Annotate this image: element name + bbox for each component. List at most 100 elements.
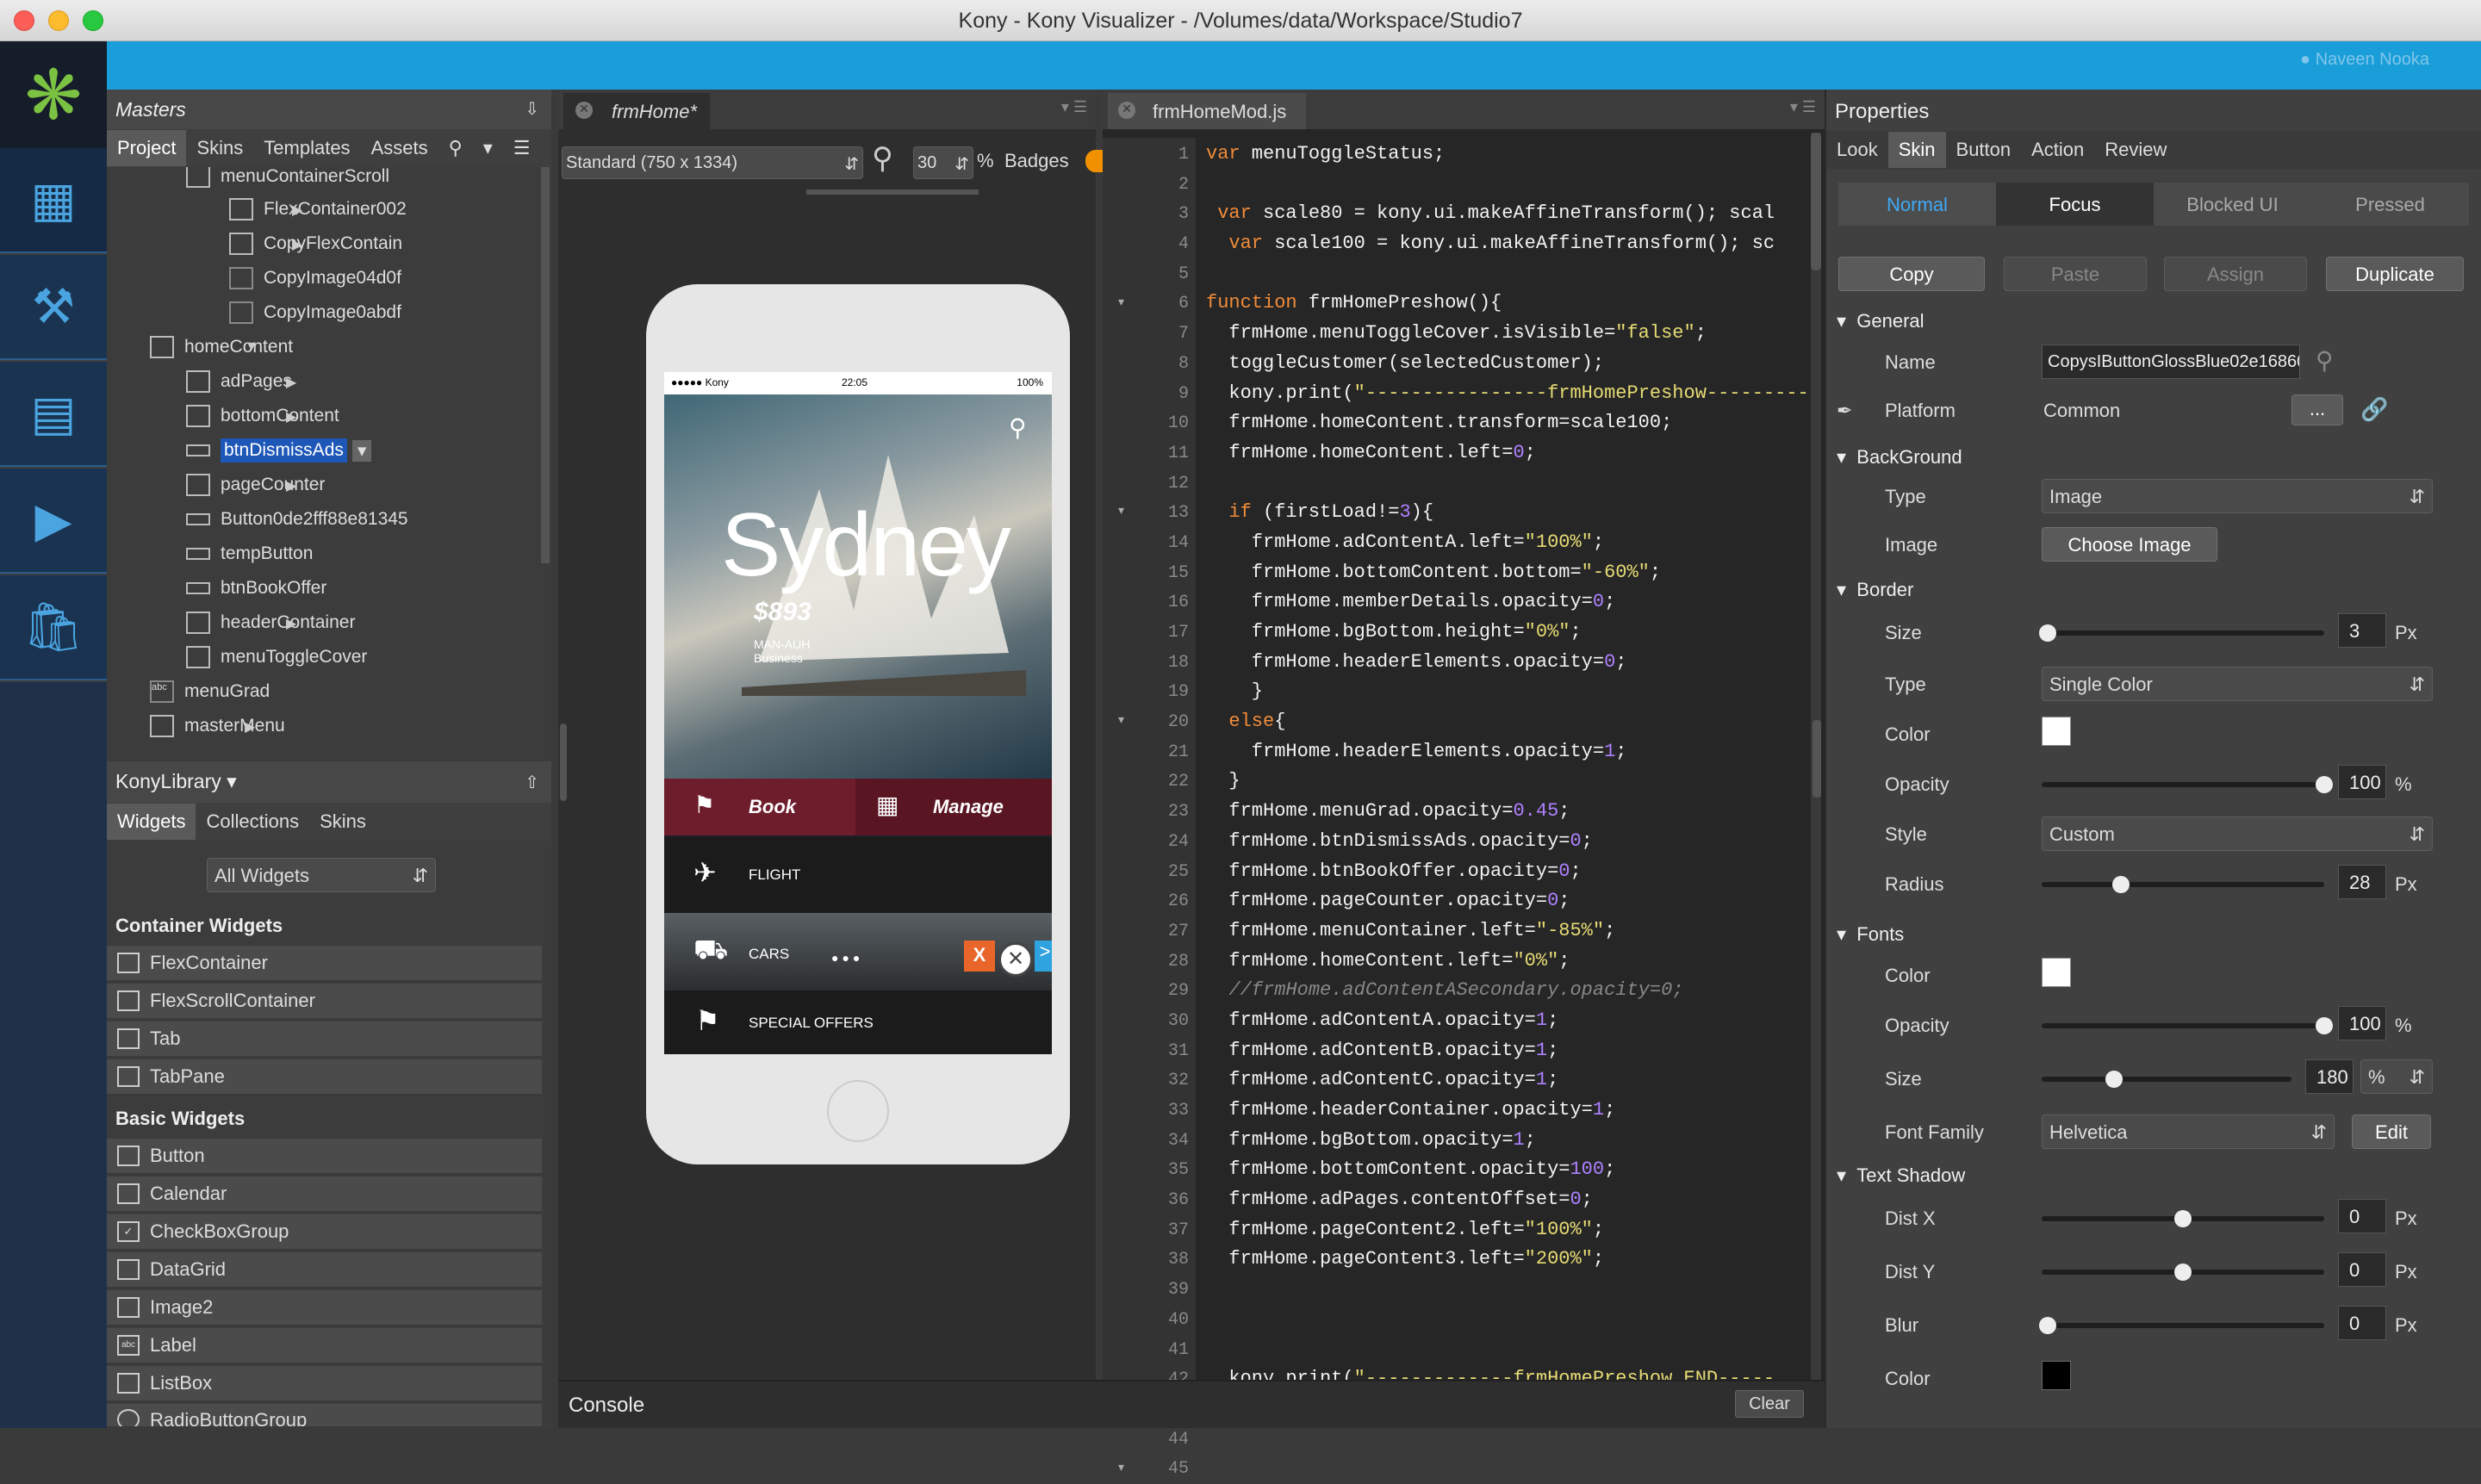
expand-arrow-icon[interactable]: ▶ [292,236,302,253]
state-focus[interactable]: Focus [1996,183,2154,226]
fold-arrow-icon[interactable]: ▾ [1118,712,1124,727]
code-line[interactable]: function frmHomePreshow(){ [1206,289,1809,319]
library-title[interactable]: KonyLibrary ▾ [107,761,551,803]
duplicate-skin-button[interactable]: Duplicate [2326,257,2464,291]
code-line[interactable]: frmHome.menuGrad.opacity=0.45; [1206,797,1809,827]
code-line[interactable]: var scale100 = kony.ui.makeAffineTransfo… [1206,229,1809,259]
widget-item[interactable]: Image2 [107,1290,542,1326]
tree-item[interactable]: btnBookOffer [186,572,326,605]
code-line[interactable]: frmHome.adContentA.left="100%"; [1206,528,1809,558]
tab-assets[interactable]: Assets [361,130,438,166]
editor-splitter[interactable] [1813,720,1821,798]
code-line[interactable]: } [1206,677,1809,707]
code-line[interactable]: frmHome.headerContainer.opacity=1; [1206,1096,1809,1126]
phone-search-icon[interactable]: ⚲ [1009,413,1027,442]
choose-image-button[interactable]: Choose Image [2042,527,2217,562]
font-opacity-field[interactable]: 100 [2338,1006,2386,1040]
link-icon[interactable]: 🔗 [2360,396,2388,423]
tree-item[interactable]: homeContent [150,331,293,363]
widget-item[interactable]: ✓ CheckBoxGroup [107,1214,542,1251]
code-line[interactable] [1206,1275,1809,1305]
tree-item[interactable]: pageCounter [186,469,325,501]
code-line[interactable]: frmHome.bgBottom.opacity=1; [1206,1126,1809,1156]
code-line[interactable]: kony.print("----------------frmHomePresh… [1206,379,1809,409]
widget-item[interactable]: FlexScrollContainer [107,984,542,1020]
code-line[interactable]: frmHome.headerElements.opacity=1; [1206,737,1809,767]
border-radius-field[interactable]: 28 [2338,865,2386,899]
tree-item[interactable]: CopyImage04d0f [229,262,401,295]
tab-project[interactable]: Project [107,130,187,166]
zoom-icon[interactable]: ⚲ [872,141,893,176]
distx-slider[interactable] [2042,1210,2324,1227]
code-line[interactable]: //frmHome.adContentASecondary.opacity=0; [1206,976,1809,1006]
code-line[interactable]: frmHome.homeContent.left=0; [1206,438,1809,469]
border-section[interactable]: ▾ Border [1837,579,1913,601]
expand-arrow-icon[interactable]: ▶ [292,202,302,219]
paste-skin-button[interactable]: Paste [2004,257,2147,291]
font-opacity-slider[interactable] [2042,1017,2333,1034]
code-line[interactable] [1206,1335,1809,1365]
tree-item[interactable]: menuContainerScroll [186,167,389,193]
code-line[interactable]: frmHome.homeContent.transform=scale100; [1206,408,1809,438]
code-line[interactable]: frmHome.bottomContent.opacity=100; [1206,1155,1809,1185]
tree-item[interactable]: FlexContainer002 [229,193,407,226]
canvas-hscroll[interactable] [806,189,979,195]
disty-slider[interactable] [2042,1264,2324,1281]
widget-item[interactable]: Calendar [107,1177,542,1213]
tab-menu-icon[interactable]: ▾ ☰ [1061,98,1087,116]
code-line[interactable]: else{ [1206,707,1809,737]
state-pressed[interactable]: Pressed [2311,183,2469,226]
widget-filter-select[interactable]: All Widgets ⇵ [207,858,436,892]
widget-item[interactable]: FlexContainer [107,946,542,982]
widget-item[interactable]: Tab [107,1021,542,1058]
code-line[interactable]: frmHome.bottomContent.bottom="-60%"; [1206,558,1809,588]
expand-icon[interactable]: ⇧ [525,772,539,793]
widget-item[interactable]: TabPane [107,1059,542,1096]
tab-templates[interactable]: Templates [253,130,360,166]
expand-arrow-icon[interactable]: ▶ [286,615,296,632]
zoom-select[interactable]: 30 ⇵ [913,146,973,179]
tree-item[interactable]: menuToggleCover [186,641,367,674]
code-line[interactable]: } [1206,767,1809,797]
widget-item[interactable]: DataGrid [107,1252,542,1288]
expand-arrow-icon[interactable]: ▶ [286,408,296,425]
expand-arrow-icon[interactable]: ▶ [286,477,296,494]
code-line[interactable]: frmHome.adPages.contentOffset=0; [1206,1185,1809,1215]
font-size-slider[interactable] [2042,1071,2291,1088]
code-text[interactable]: var menuToggleStatus; var scale80 = kony… [1206,140,1809,1380]
close-circle-icon[interactable]: ✕ [998,942,1033,977]
code-line[interactable]: var scale80 = kony.ui.makeAffineTransfor… [1206,199,1809,229]
code-line[interactable]: frmHome.headerElements.opacity=0; [1206,648,1809,678]
widget-item[interactable]: ListBox [107,1366,542,1402]
font-edit-button[interactable]: Edit [2352,1115,2431,1149]
border-radius-slider[interactable] [2042,876,2324,893]
tab-frmhomemod[interactable]: frmHomeMod.js [1108,93,1306,129]
text-shadow-section[interactable]: ▾ Text Shadow [1837,1164,1965,1187]
blur-slider[interactable] [2038,1317,2324,1334]
tab-widgets[interactable]: Widgets [107,804,196,840]
code-line[interactable] [1206,1305,1809,1335]
tree-item[interactable]: adPages [186,365,292,398]
tab-collections[interactable]: Collections [196,804,309,840]
cars-row[interactable]: ⛟ CARS ●●● X ✕ > [664,913,1052,990]
home-button[interactable] [827,1080,889,1142]
tree-item[interactable]: abc menuGrad [150,675,270,708]
state-normal[interactable]: Normal [1838,183,1996,226]
code-line[interactable]: frmHome.btnDismissAds.opacity=0; [1206,827,1809,857]
code-line[interactable]: frmHome.homeContent.left="0%"; [1206,947,1809,977]
menu-icon[interactable]: ☰ [503,130,541,166]
fold-arrow-icon[interactable]: ▾ [1118,1460,1124,1475]
blur-field[interactable]: 0 [2338,1306,2386,1340]
tree-item[interactable]: CopyImage0abdf [229,296,401,329]
widget-item[interactable]: Button [107,1139,542,1175]
border-type-select[interactable]: Single Color ⇵ [2042,667,2433,701]
font-family-select[interactable]: Helvetica ⇵ [2042,1115,2335,1149]
border-size-slider[interactable] [2038,624,2324,642]
editor-menu-icon[interactable]: ▾ ☰ [1790,98,1816,116]
close-editor-tab-icon[interactable]: ✕ [1118,102,1135,119]
font-size-field[interactable]: 180 [2305,1059,2354,1094]
expand-arrow-icon[interactable]: ▶ [245,718,255,736]
fonts-section[interactable]: ▾ Fonts [1837,923,1904,946]
tab-skins[interactable]: Skins [186,130,253,166]
code-line[interactable]: frmHome.btnBookOffer.opacity=0; [1206,857,1809,887]
